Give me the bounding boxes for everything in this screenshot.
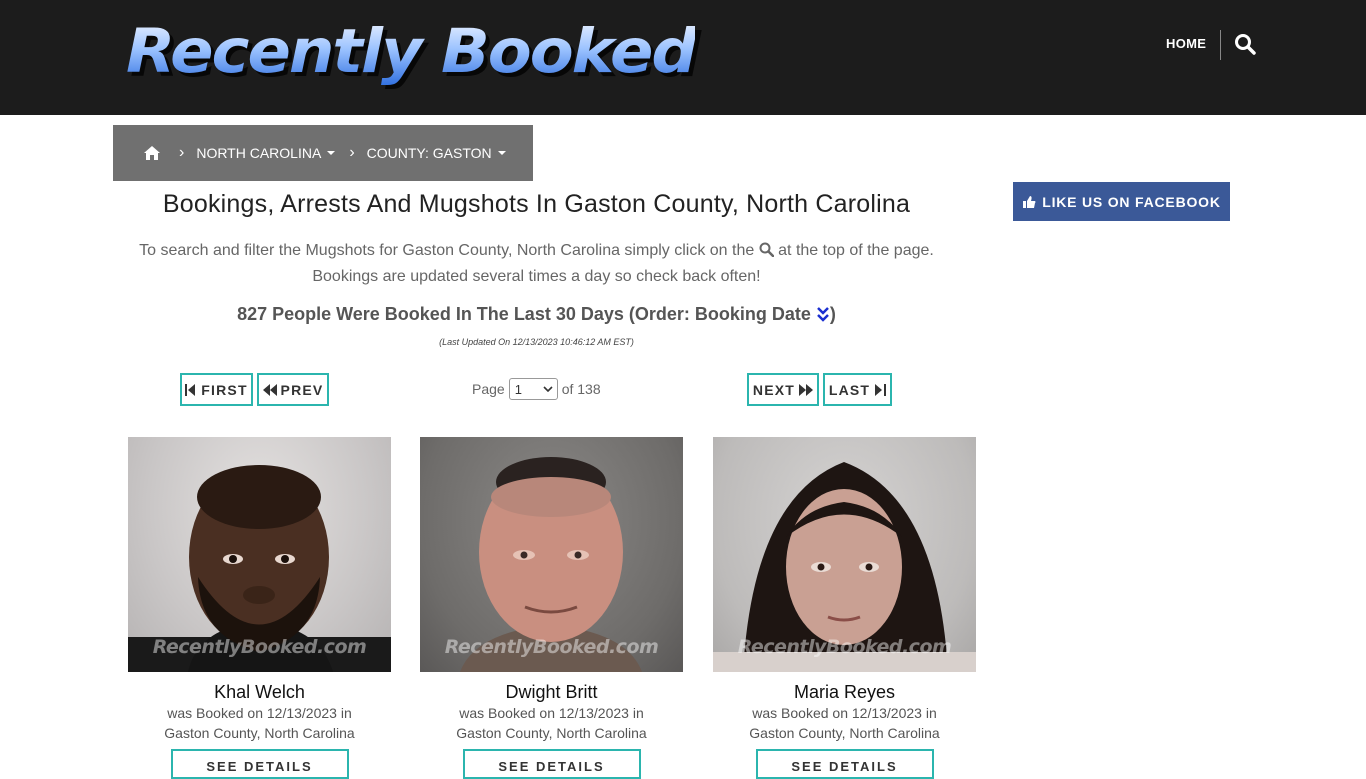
person-name[interactable]: Maria Reyes <box>713 682 976 703</box>
booking-count-text: 827 People Were Booked In The Last 30 Da… <box>237 304 811 324</box>
watermark-text: RecentlyBooked.com <box>444 636 659 658</box>
facebook-like-button[interactable]: LIKE US ON FACEBOOK <box>1013 182 1230 221</box>
site-logo[interactable]: Recently Booked <box>126 18 697 86</box>
step-forward-icon <box>875 383 887 396</box>
top-navigation-bar: Recently Booked Recently Booked HOME <box>0 0 1366 115</box>
home-icon[interactable] <box>143 145 161 161</box>
booking-card: RecentlyBooked.com Maria Reyes was Booke… <box>713 437 976 779</box>
page-selector: Page 1 of 138 <box>472 378 601 400</box>
facebook-button-label: LIKE US ON FACEBOOK <box>1042 193 1221 210</box>
thumbs-up-icon <box>1023 195 1036 208</box>
mugshot-photo[interactable]: RecentlyBooked.com <box>128 437 391 672</box>
watermark-text: RecentlyBooked.com <box>737 636 952 658</box>
person-name[interactable]: Dwight Britt <box>420 682 683 703</box>
breadcrumb: › NORTH CAROLINA › COUNTY: GASTON <box>113 125 533 181</box>
search-icon <box>759 242 774 258</box>
search-icon[interactable] <box>1234 33 1256 55</box>
caret-down-icon <box>497 151 506 155</box>
description-update-note: Bookings are updated several times a day… <box>312 268 761 285</box>
prev-button-label: PREV <box>280 381 324 398</box>
watermark-text: RecentlyBooked.com <box>152 636 367 658</box>
booking-location-text: Gaston County, North Carolina <box>164 725 355 741</box>
first-button-label: FIRST <box>201 381 248 398</box>
booking-date-text: was Booked on 12/13/2023 in <box>167 705 352 721</box>
see-details-button[interactable]: SEE DETAILS <box>755 749 934 779</box>
page-select-value: 1 <box>514 381 522 397</box>
page-description: To search and filter the Mugshots for Ga… <box>113 238 960 290</box>
description-text: To search and filter the Mugshots for Ga… <box>139 242 755 259</box>
page-number-select[interactable]: 1 <box>508 378 558 400</box>
booking-date-text: was Booked on 12/13/2023 in <box>752 705 937 721</box>
first-page-button[interactable]: FIRST <box>180 373 253 406</box>
booking-count-heading: 827 People Were Booked In The Last 30 Da… <box>113 304 960 325</box>
nav-home-link[interactable]: HOME <box>1166 36 1206 51</box>
booking-date-text: was Booked on 12/13/2023 in <box>459 705 644 721</box>
booking-location-text: Gaston County, North Carolina <box>749 725 940 741</box>
page-total-label: of 138 <box>561 381 601 397</box>
last-updated-text: (Last Updated On 12/13/2023 10:46:12 AM … <box>439 337 634 347</box>
nav-divider <box>1220 30 1221 60</box>
caret-down-icon <box>327 151 336 155</box>
breadcrumb-state-dropdown[interactable]: NORTH CAROLINA <box>196 145 336 161</box>
chevron-down-icon <box>543 386 553 392</box>
person-name[interactable]: Khal Welch <box>128 682 391 703</box>
last-button-label: LAST <box>828 381 871 398</box>
breadcrumb-state-label: NORTH CAROLINA <box>196 145 322 161</box>
booking-card: RecentlyBooked.com Khal Welch was Booked… <box>128 437 391 779</box>
booking-count-close: ) <box>829 304 836 324</box>
booking-card: RecentlyBooked.com Dwight Britt was Book… <box>420 437 683 779</box>
next-page-button[interactable]: NEXT <box>747 373 819 406</box>
step-backward-icon <box>185 383 196 396</box>
see-details-button[interactable]: SEE DETAILS <box>462 749 641 779</box>
breadcrumb-county-dropdown[interactable]: COUNTY: GASTON <box>367 145 506 161</box>
forward-icon <box>799 383 814 396</box>
mugshot-photo[interactable]: RecentlyBooked.com <box>420 437 683 672</box>
double-chevron-down-icon[interactable] <box>816 306 830 322</box>
backward-icon <box>262 383 277 396</box>
page-label: Page <box>472 381 505 397</box>
next-button-label: NEXT <box>752 381 796 398</box>
mugshot-photo[interactable]: RecentlyBooked.com <box>713 437 976 672</box>
breadcrumb-county-label: COUNTY: GASTON <box>366 145 492 161</box>
last-page-button[interactable]: LAST <box>823 373 892 406</box>
prev-page-button[interactable]: PREV <box>257 373 329 406</box>
chevron-right-icon: › <box>349 144 355 161</box>
page-title: Bookings, Arrests And Mugshots In Gaston… <box>162 190 911 218</box>
booking-location-text: Gaston County, North Carolina <box>456 725 647 741</box>
chevron-right-icon: › <box>179 144 185 161</box>
description-text-end: at the top of the page. <box>778 242 934 259</box>
see-details-button[interactable]: SEE DETAILS <box>170 749 349 779</box>
